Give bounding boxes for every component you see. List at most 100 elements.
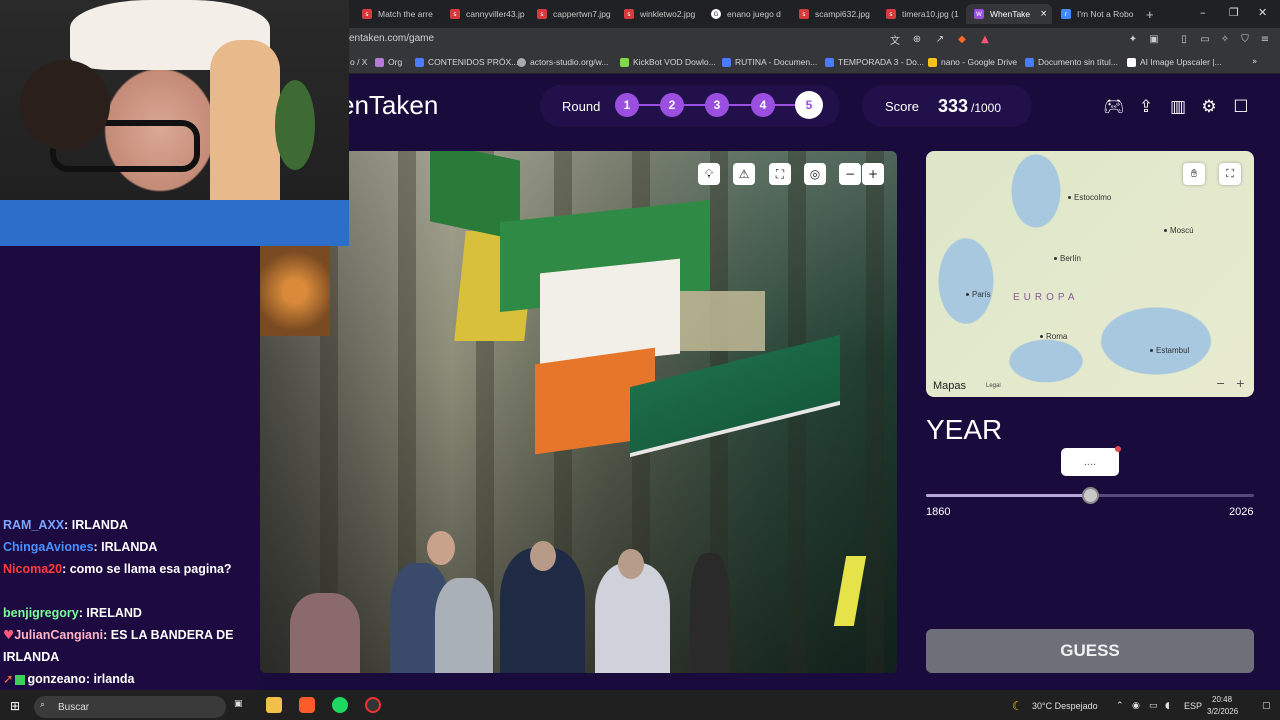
guess-button[interactable]: GUESS — [926, 629, 1254, 673]
year-max-label: 2026 — [1229, 506, 1254, 518]
photo-person — [290, 593, 360, 673]
bookmark-item[interactable]: CONTENIDOS PRÓX... — [415, 57, 518, 67]
map-pan-hand-icon[interactable]: ✋︎ — [1183, 163, 1205, 185]
weather-moon-icon[interactable]: ☾ — [1012, 699, 1023, 713]
wallet-icon[interactable]: ▣ — [1147, 32, 1161, 46]
browser-tab[interactable]: s cappertwn7.jpg — [537, 4, 617, 24]
volume-icon[interactable]: ◖ — [1165, 701, 1170, 711]
share-icon[interactable]: ↗ — [933, 32, 947, 46]
weather-text[interactable]: 30°C Despejado — [1032, 701, 1098, 711]
spotify-icon[interactable] — [332, 697, 348, 713]
close-tab-icon[interactable]: × — [1040, 9, 1047, 19]
menu-icon[interactable]: ≡ — [1258, 32, 1272, 46]
round-label: Round — [562, 99, 601, 114]
photo-zoom-in-icon[interactable]: + — [862, 163, 884, 185]
zoom-icon[interactable]: ⊕ — [910, 32, 924, 46]
webcam-shirt — [0, 200, 349, 246]
photo-shop-sign-board — [690, 553, 730, 673]
more-bookmarks-icon[interactable]: » — [1252, 57, 1257, 67]
taskbar-search[interactable]: Buscar — [34, 696, 226, 718]
bookmark-item[interactable]: TEMPORADA 3 - Do... — [825, 57, 924, 67]
chat-message: benjigregory: IRELAND — [3, 606, 142, 620]
browser-tab[interactable]: s scampi632.jpg — [799, 4, 879, 24]
chat-message: ➚ gonzeano: irlanda — [3, 671, 135, 686]
new-tab-button[interactable]: + — [1146, 4, 1158, 24]
map-city-label: Estocolmo — [1068, 193, 1111, 202]
gamepad-icon[interactable]: 🎮︎ — [1103, 96, 1125, 118]
map-zoom-in-icon[interactable]: + — [1236, 377, 1245, 390]
bookmark-item[interactable]: Documento sin títul... — [1025, 57, 1118, 67]
brave-browser-icon[interactable] — [299, 697, 315, 713]
map-legal-link[interactable]: Legal — [986, 383, 1001, 389]
browser-tab[interactable]: s Match the arre — [362, 4, 442, 24]
map-zoom-out-icon[interactable]: − — [1216, 377, 1225, 390]
round-photo[interactable] — [260, 151, 897, 673]
chat-message: RAM_AXX: IRLANDA — [3, 518, 129, 532]
notifications-icon[interactable]: ▢ — [1262, 701, 1271, 711]
year-min-label: 1860 — [926, 506, 951, 518]
site-logo[interactable]: enTaken — [340, 90, 438, 121]
url-input[interactable]: entaken.com/game — [349, 33, 434, 44]
year-slider-thumb[interactable] — [1081, 487, 1099, 504]
photo-person-head — [530, 541, 556, 571]
maximize-icon[interactable]: ❐ — [1229, 6, 1239, 19]
language-indicator[interactable]: ESP — [1184, 701, 1202, 711]
clock-time[interactable]: 20:48 — [1212, 695, 1232, 704]
rocket-badge-icon: ➚ — [3, 671, 14, 686]
chat-message: ChingaAviones: IRLANDA — [3, 540, 158, 554]
photo-zoom-out-icon[interactable]: − — [839, 163, 861, 185]
score-label: Score — [885, 99, 919, 114]
bookmark-item[interactable]: o / X — [350, 57, 367, 67]
map-zoom-controls[interactable]: − + — [1216, 377, 1245, 390]
settings-gear-icon[interactable]: ⚙ — [1198, 96, 1220, 118]
profile-icon[interactable]: ☐ — [1230, 96, 1252, 118]
vpn-icon[interactable]: ⛉ — [1238, 32, 1252, 46]
guess-map[interactable]: Estocolmo Moscú Berlín París Roma Estamb… — [926, 151, 1254, 397]
brave-shield-icon[interactable]: ◆ — [955, 32, 969, 46]
bookmark-item[interactable]: AI Image Upscaler |... — [1127, 57, 1222, 67]
clock-date[interactable]: 3/2/2026 — [1207, 707, 1238, 716]
upload-icon[interactable]: ⇪ — [1135, 96, 1157, 118]
bookmark-item[interactable]: actors-studio.org/w... — [517, 57, 608, 67]
webcam-plant — [275, 80, 315, 170]
hint-lightbulb-icon[interactable]: 💡︎ — [698, 163, 720, 185]
network-icon[interactable]: ▭ — [1149, 701, 1158, 711]
close-window-icon[interactable]: ✕ — [1258, 6, 1267, 19]
map-city-label: París — [966, 290, 991, 299]
windows-start-icon[interactable]: ⊞ — [10, 699, 20, 713]
bookmark-item[interactable]: RUTINA - Documen... — [722, 57, 817, 67]
bookmark-item[interactable]: Org — [375, 57, 402, 67]
chat-message: Nicoma20: como se llama esa pagina? — [3, 562, 232, 576]
year-bubble-indicator — [1115, 446, 1121, 452]
minimize-icon[interactable]: – — [1200, 6, 1206, 19]
browser-tab[interactable]: Genano juego d — [711, 4, 791, 24]
browser-tab[interactable]: s cannyviller43.jp — [450, 4, 530, 24]
photo-person — [595, 563, 670, 673]
photo-person — [435, 578, 493, 673]
translate-icon[interactable]: 文 — [888, 32, 902, 47]
map-expand-icon[interactable]: ⛶ — [1219, 163, 1241, 185]
brave-rewards-icon[interactable]: ▲ — [978, 32, 992, 46]
task-view-icon[interactable]: ▣ — [234, 699, 243, 709]
browser-tab[interactable]: s winkletwo2.jpg — [624, 4, 704, 24]
tray-app-icon[interactable]: ◉ — [1132, 701, 1140, 711]
browser-tab[interactable]: r I'm Not a Robo — [1061, 4, 1141, 24]
leo-ai-icon[interactable]: ✧ — [1218, 32, 1232, 46]
webcam-hair — [20, 60, 110, 150]
browser-tab-active[interactable]: W WhenTake × — [966, 4, 1052, 24]
bookmark-item[interactable]: nano - Google Drive — [928, 57, 1017, 67]
extensions-icon[interactable]: ✦ — [1126, 32, 1140, 46]
report-warning-icon[interactable]: ⚠ — [733, 163, 755, 185]
tray-chevron-icon[interactable]: ⌃ — [1116, 701, 1124, 711]
sidebar-icon[interactable]: ▯ — [1177, 32, 1191, 46]
obs-icon[interactable] — [365, 697, 381, 713]
file-explorer-icon[interactable] — [266, 697, 282, 713]
round-indicator-current: 5 — [795, 91, 823, 119]
fullscreen-icon[interactable]: ⛶ — [769, 163, 791, 185]
bookmark-item[interactable]: KickBot VOD Dowlo... — [620, 57, 716, 67]
tab-search-icon[interactable]: ▭ — [1198, 32, 1212, 46]
screenshot-icon[interactable]: ◎ — [804, 163, 826, 185]
stats-icon[interactable]: ▥ — [1167, 96, 1189, 118]
heart-badge-icon: ♥ — [3, 627, 15, 642]
browser-tab[interactable]: s timera10.jpg (1 — [886, 4, 966, 24]
